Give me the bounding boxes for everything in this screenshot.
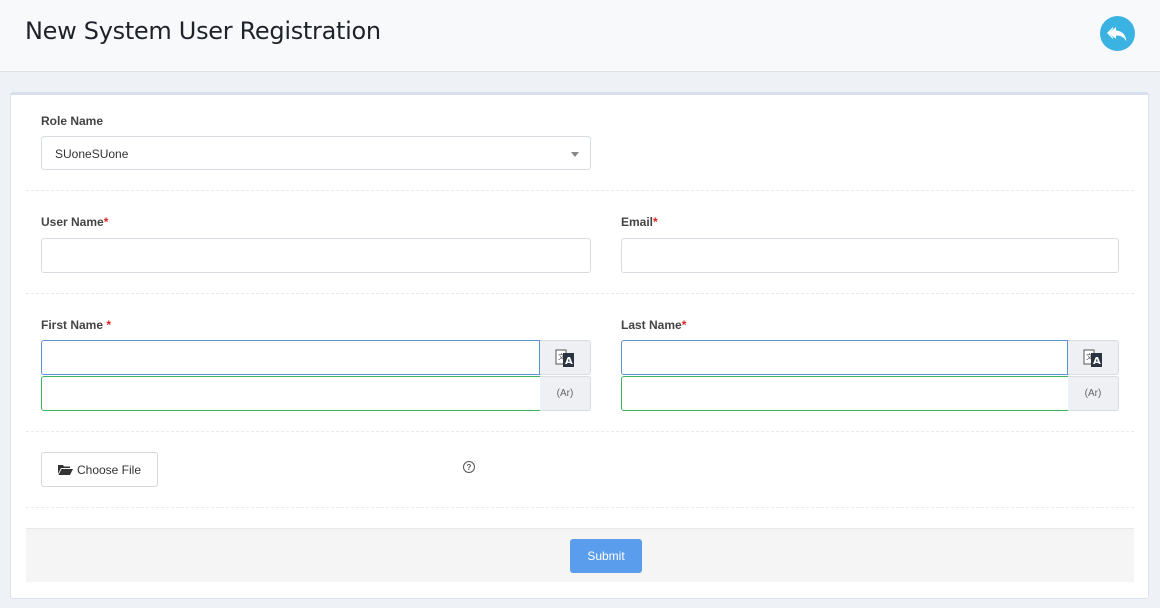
submit-button[interactable]: Submit	[570, 539, 642, 573]
role-name-select[interactable]: SUoneSUone	[41, 136, 591, 170]
translate-icon: 文 A	[1083, 349, 1102, 367]
role-name-value: SUoneSUone	[55, 147, 129, 161]
first-name-ar-addon: (Ar)	[540, 376, 591, 411]
divider	[26, 293, 1134, 294]
last-name-ar-addon: (Ar)	[1068, 376, 1119, 411]
last-name-label: Last Name*	[621, 318, 687, 332]
question-circle-icon[interactable]: ?	[463, 461, 475, 473]
choose-file-button[interactable]: Choose File	[41, 452, 158, 487]
page-title: New System User Registration	[25, 17, 381, 45]
translate-icon: 文 A	[555, 349, 574, 367]
choose-file-label: Choose File	[76, 462, 142, 477]
divider	[26, 507, 1134, 508]
top-bar: New System User Registration	[0, 0, 1160, 72]
folder-open-icon	[57, 465, 73, 475]
caret-down-icon	[571, 152, 579, 157]
divider	[26, 431, 1134, 432]
reply-all-icon	[1106, 26, 1126, 41]
user-name-input[interactable]	[41, 238, 591, 273]
last-name-ar-input[interactable]	[621, 376, 1069, 411]
svg-text:A: A	[1093, 356, 1101, 367]
last-name-en-input[interactable]	[621, 340, 1068, 375]
svg-text:A: A	[565, 356, 573, 367]
first-name-label: First Name *	[41, 318, 112, 332]
first-name-ar-input[interactable]	[41, 376, 541, 411]
first-name-en-input[interactable]	[41, 340, 540, 375]
role-name-label: Role Name	[41, 114, 104, 128]
divider	[26, 190, 1134, 191]
back-button[interactable]	[1100, 16, 1135, 51]
email-input[interactable]	[621, 238, 1119, 273]
first-name-translate-button[interactable]: 文 A	[540, 340, 591, 375]
last-name-translate-button[interactable]: 文 A	[1068, 340, 1119, 375]
user-name-label: User Name*	[41, 215, 109, 229]
email-label: Email*	[621, 215, 658, 229]
